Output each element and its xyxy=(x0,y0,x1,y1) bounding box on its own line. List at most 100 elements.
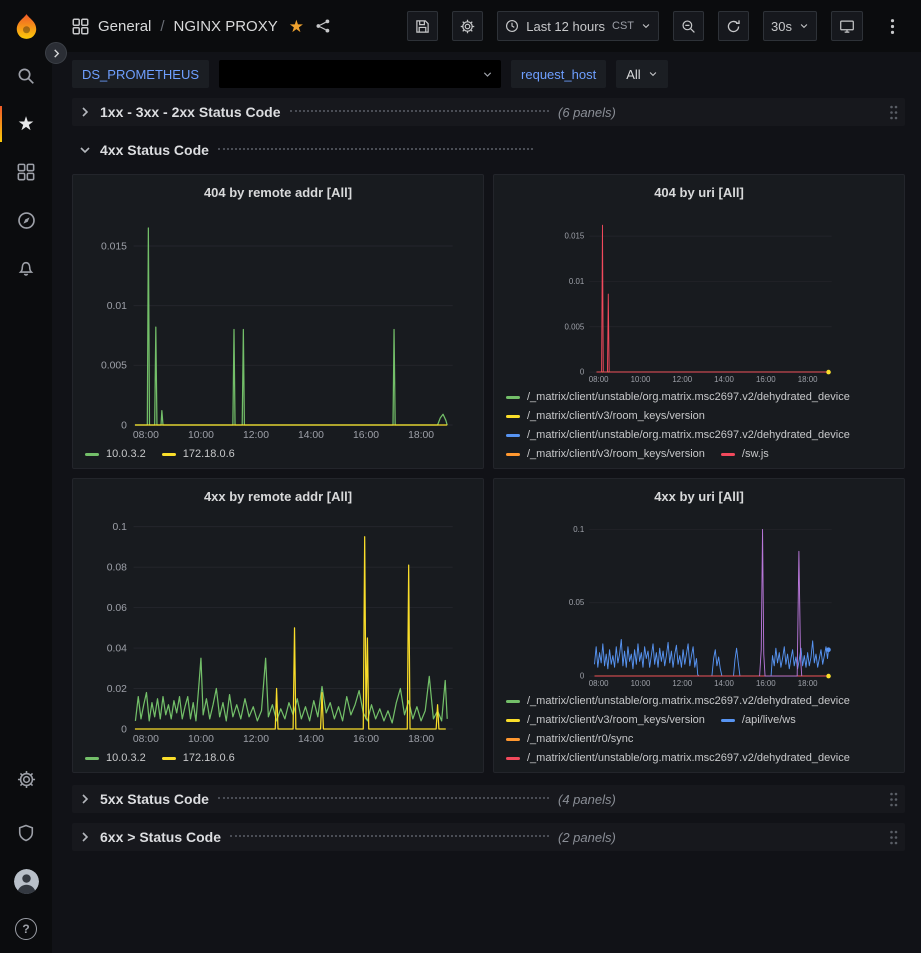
svg-text:18:00: 18:00 xyxy=(798,375,818,384)
row-header-6xx[interactable]: 6xx > Status Code (2 panels) xyxy=(72,823,905,851)
refresh-interval-label: 30s xyxy=(771,19,792,34)
bell-icon xyxy=(17,259,35,277)
svg-text:16:00: 16:00 xyxy=(353,430,379,441)
legend-item[interactable]: 10.0.3.2 xyxy=(85,447,146,461)
legend-item[interactable]: 172.18.0.6 xyxy=(162,751,235,765)
panel-4xx-by-uri: 4xx by uri [All] 00.050.108:0010:0012:00… xyxy=(493,478,905,773)
grafana-flame-icon xyxy=(13,13,40,40)
clock-icon xyxy=(505,19,519,33)
legend-item[interactable]: /_matrix/client/unstable/org.matrix.msc2… xyxy=(506,390,850,404)
row-drag-handle[interactable] xyxy=(888,791,899,808)
request-host-value-select[interactable]: All xyxy=(616,60,667,88)
refresh-button[interactable] xyxy=(718,11,749,41)
sidebar: ★ xyxy=(0,0,52,953)
sidebar-item-explore[interactable] xyxy=(0,196,52,244)
row-drag-handle[interactable] xyxy=(888,829,899,846)
share-icon[interactable] xyxy=(315,18,331,34)
sidebar-item-alerting[interactable] xyxy=(0,244,52,292)
row-header-4xx[interactable]: 4xx Status Code xyxy=(72,136,905,164)
legend-item[interactable]: 10.0.3.2 xyxy=(85,751,146,765)
row-header-1xx-3xx-2xx[interactable]: 1xx - 3xx - 2xx Status Code (6 panels) xyxy=(72,98,905,126)
panel-title[interactable]: 4xx by uri [All] xyxy=(504,484,894,509)
chevron-right-icon xyxy=(52,49,61,58)
refresh-icon xyxy=(726,19,741,34)
time-range-picker[interactable]: Last 12 hours CST xyxy=(497,11,659,41)
sidebar-item-starred[interactable]: ★ xyxy=(0,100,52,148)
svg-text:08:00: 08:00 xyxy=(133,430,159,441)
svg-text:08:00: 08:00 xyxy=(589,375,609,384)
svg-text:18:00: 18:00 xyxy=(408,430,434,441)
zoom-out-icon xyxy=(681,19,696,34)
panel-title[interactable]: 404 by uri [All] xyxy=(504,180,894,205)
series-color-swatch xyxy=(506,396,520,399)
legend-item[interactable]: /_matrix/client/r0/sync xyxy=(506,732,633,746)
svg-text:14:00: 14:00 xyxy=(714,375,734,384)
sidebar-item-help[interactable]: ? xyxy=(0,905,52,953)
refresh-interval-dropdown[interactable]: 30s xyxy=(763,11,817,41)
topbar-actions: Last 12 hours CST 30s xyxy=(407,11,907,41)
save-dashboard-button[interactable] xyxy=(407,11,438,41)
sidebar-item-configuration[interactable] xyxy=(0,755,52,803)
row-panel-count: (6 panels) xyxy=(558,105,616,120)
time-series-plot[interactable]: 00.0050.010.01508:0010:0012:0014:0016:00… xyxy=(83,205,473,442)
legend-item[interactable]: /sw.js xyxy=(721,447,769,461)
legend-item[interactable]: 172.18.0.6 xyxy=(162,447,235,461)
chevron-down-icon xyxy=(641,21,651,31)
svg-text:16:00: 16:00 xyxy=(756,679,776,688)
legend-label: /sw.js xyxy=(742,447,769,461)
legend-item[interactable]: /_matrix/client/v3/room_keys/version xyxy=(506,713,705,727)
ds-prometheus-value-select[interactable] xyxy=(219,60,501,88)
svg-text:0: 0 xyxy=(580,368,585,377)
row-drag-handle[interactable] xyxy=(888,104,899,121)
user-avatar[interactable] xyxy=(0,857,52,905)
sidebar-item-search[interactable] xyxy=(0,52,52,100)
variable-label-request-host: request_host xyxy=(511,60,606,88)
breadcrumb: General / NGINX PROXY ★ xyxy=(72,18,331,35)
sidebar-expand-button[interactable] xyxy=(45,42,67,64)
time-series-plot[interactable]: 00.0050.010.01508:0010:0012:0014:0016:00… xyxy=(504,205,894,385)
sidebar-item-dashboards[interactable] xyxy=(0,148,52,196)
avatar-icon xyxy=(14,869,39,894)
svg-text:0: 0 xyxy=(121,420,127,431)
chevron-down-icon xyxy=(648,69,658,79)
dashboards-grid-icon xyxy=(17,163,35,181)
zoom-out-button[interactable] xyxy=(673,11,704,41)
kiosk-mode-button[interactable] xyxy=(831,11,863,41)
svg-text:0: 0 xyxy=(121,724,127,735)
row-header-5xx[interactable]: 5xx Status Code (4 panels) xyxy=(72,785,905,813)
time-series-plot[interactable]: 00.050.108:0010:0012:0014:0016:0018:00 xyxy=(504,509,894,689)
variable-label-ds-prometheus: DS_PROMETHEUS xyxy=(72,60,209,88)
series-color-swatch xyxy=(85,453,99,456)
sidebar-item-admin[interactable] xyxy=(0,809,52,857)
svg-text:16:00: 16:00 xyxy=(756,375,776,384)
legend-item[interactable]: /_matrix/client/unstable/org.matrix.msc2… xyxy=(506,751,850,765)
more-options-button[interactable] xyxy=(877,11,907,41)
row-title: 6xx > Status Code xyxy=(100,829,221,845)
panel-legend: /_matrix/client/unstable/org.matrix.msc2… xyxy=(504,689,894,765)
gear-icon xyxy=(460,19,475,34)
dashboard-settings-button[interactable] xyxy=(452,11,483,41)
legend-item[interactable]: /api/live/ws xyxy=(721,713,796,727)
panel-legend: /_matrix/client/unstable/org.matrix.msc2… xyxy=(504,385,894,461)
search-icon xyxy=(17,67,35,85)
grafana-logo[interactable] xyxy=(0,0,52,52)
time-series-plot[interactable]: 00.020.040.060.080.108:0010:0012:0014:00… xyxy=(83,509,473,746)
svg-text:10:00: 10:00 xyxy=(188,734,214,745)
legend-item[interactable]: /_matrix/client/v3/room_keys/version xyxy=(506,409,705,423)
svg-text:12:00: 12:00 xyxy=(672,679,692,688)
legend-label: 172.18.0.6 xyxy=(183,447,235,461)
svg-text:10:00: 10:00 xyxy=(188,430,214,441)
chevron-down-icon xyxy=(80,145,100,155)
legend-item[interactable]: /_matrix/client/unstable/org.matrix.msc2… xyxy=(506,694,850,708)
row-panel-count: (2 panels) xyxy=(558,830,616,845)
svg-text:18:00: 18:00 xyxy=(408,734,434,745)
favorite-star-button[interactable]: ★ xyxy=(289,18,304,35)
breadcrumb-folder[interactable]: General xyxy=(98,18,151,35)
panel-title[interactable]: 404 by remote addr [All] xyxy=(83,180,473,205)
legend-item[interactable]: /_matrix/client/unstable/org.matrix.msc2… xyxy=(506,428,850,442)
chevron-right-icon xyxy=(80,832,100,842)
panel-title[interactable]: 4xx by remote addr [All] xyxy=(83,484,473,509)
legend-item[interactable]: /_matrix/client/v3/room_keys/version xyxy=(506,447,705,461)
chevron-down-icon xyxy=(482,69,493,80)
legend-label: /_matrix/client/v3/room_keys/version xyxy=(527,713,705,727)
